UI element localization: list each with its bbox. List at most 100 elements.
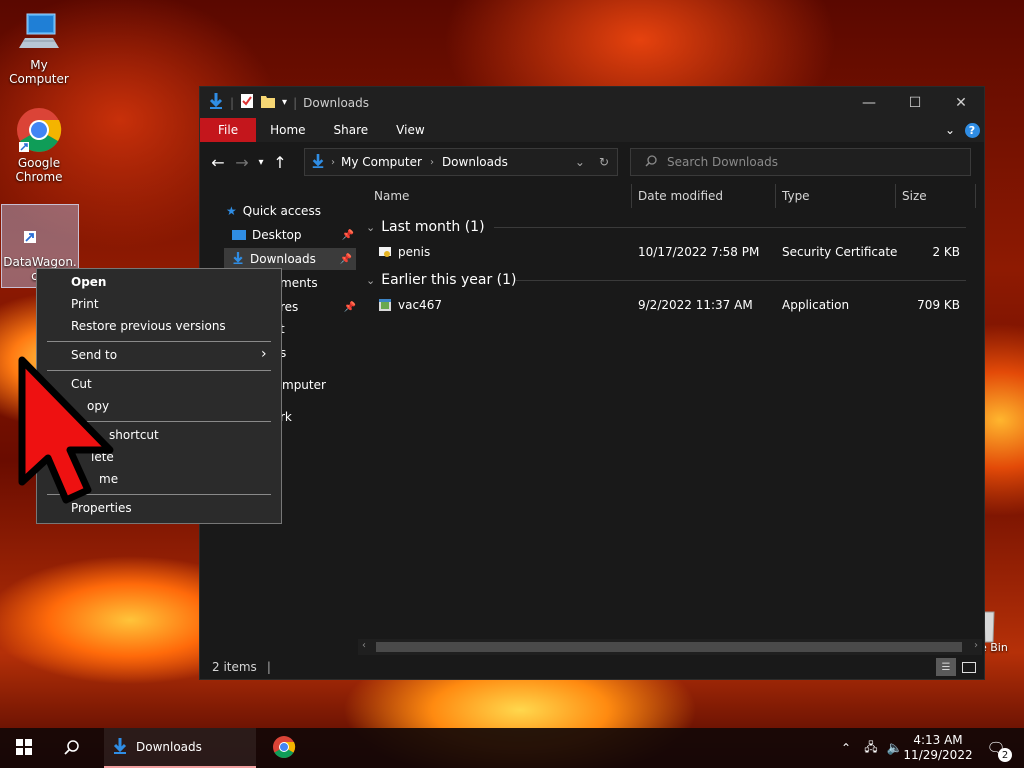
details-view-button[interactable]: ☰ [936,658,956,676]
file-row-penis[interactable]: penis 10/17/2022 7:58 PM Security Certif… [368,242,974,264]
download-arrow-icon [232,251,244,268]
status-bar: 2 items | ☰ [200,655,984,679]
show-hidden-icons-button[interactable]: ⌃ [836,728,856,768]
close-button[interactable]: ✕ [938,87,984,118]
help-button[interactable]: ? [960,118,984,142]
nav-item-6[interactable]: t [280,318,340,340]
nav-label: Downloads [250,252,316,266]
chevron-down-icon: ⌄ [366,273,376,287]
scroll-right-icon[interactable]: › [974,640,978,651]
search-box[interactable]: Search Downloads [630,148,971,176]
group-header-earlier-this-year[interactable]: ⌄ Earlier this year (1) [366,269,966,291]
desktop-icon-google-chrome[interactable]: Google Chrome [1,106,77,184]
refresh-icon[interactable]: ↻ [599,155,609,169]
nav-documents[interactable]: ments [280,272,356,294]
recent-locations-button[interactable]: ▾ [254,157,268,168]
back-button[interactable]: ← [206,153,230,172]
pin-icon: 📌 [339,253,352,265]
nav-desktop[interactable]: Desktop 📌 [232,224,354,246]
taskbar-app-label: Downloads [136,740,202,754]
new-folder-icon[interactable] [260,93,276,112]
tab-file[interactable]: File [200,118,257,142]
recycle-bin-icon[interactable]: e Bin [980,606,1020,666]
column-label: Size [902,189,927,203]
chevron-down-icon: ⌄ [366,220,376,234]
action-center-button[interactable]: 🗨 2 [976,728,1016,768]
file-list[interactable]: Name Date modified Type Size ⌄ Last mont… [358,184,982,654]
network-icon[interactable]: 🖧 [860,728,882,768]
minimize-button[interactable]: — [846,87,892,118]
expand-ribbon-button[interactable]: ⌄ [940,118,960,142]
address-bar[interactable]: › My Computer › Downloads ⌄ ↻ [304,148,618,176]
horizontal-scrollbar[interactable]: ‹ › [358,639,982,655]
column-header-date[interactable]: Date modified [632,184,776,208]
shortcut-file-icon [16,205,64,253]
title-bar[interactable]: | ▾ | Downloads — ☐ ✕ [200,87,984,118]
large-icons-view-button[interactable] [960,658,978,676]
desktop-icon-label: My Computer [9,58,69,86]
nav-label: mputer [282,378,326,392]
clock[interactable]: 4:13 AM 11/29/2022 [903,728,972,768]
taskbar-app-chrome[interactable] [260,728,308,768]
details-view-icon: ☰ [941,661,951,673]
menu-item-restore-previous-versions[interactable]: Restore previous versions [71,319,226,333]
file-size: 2 KB [932,245,960,259]
menu-item-open[interactable]: Open [71,275,106,289]
scroll-left-icon[interactable]: ‹ [362,640,366,651]
breadcrumb-downloads[interactable]: Downloads [442,155,508,169]
clock-time: 4:13 AM [913,733,963,747]
properties-check-icon[interactable] [240,93,254,112]
chevron-down-icon: ⌄ [944,123,956,137]
window-title: Downloads [303,95,370,110]
column-header-name[interactable]: Name [368,184,632,208]
download-arrow-icon [112,737,128,758]
nav-quick-access[interactable]: ★ Quick access [226,200,356,222]
customize-dropdown-icon[interactable]: ▾ [282,97,287,108]
search-button[interactable] [48,728,96,768]
column-header-size[interactable]: Size [896,184,976,208]
file-date: 9/2/2022 11:37 AM [638,298,753,312]
file-date: 10/17/2022 7:58 PM [638,245,760,259]
nav-network[interactable]: rk [280,406,340,428]
nav-label: ments [280,276,318,290]
help-icon: ? [964,122,980,138]
notification-badge: 2 [998,748,1012,762]
arrow-right-icon: → [235,152,249,172]
up-button[interactable]: ↑ [268,153,292,172]
chrome-icon [272,735,296,762]
file-size: 709 KB [917,298,960,312]
nav-pictures[interactable]: res 📌 [280,296,356,318]
menu-item-print[interactable]: Print [71,297,99,311]
computer-icon [15,8,63,56]
desktop-icon-my-computer[interactable]: My Computer [1,8,77,86]
nav-my-computer[interactable]: mputer [282,374,356,396]
address-dropdown-icon[interactable]: ⌄ [575,155,585,169]
search-icon [645,154,657,170]
separator-icon: | [230,95,235,110]
tab-home[interactable]: Home [256,118,319,142]
tab-view[interactable]: View [382,118,438,142]
certificate-icon [378,245,392,262]
nav-item-7[interactable]: s [280,342,340,364]
desktop-folder-icon [232,230,246,240]
maximize-button[interactable]: ☐ [892,87,938,118]
large-icons-view-icon [962,661,976,673]
windows-logo-icon [16,738,32,758]
search-input[interactable]: Search Downloads [667,155,778,169]
scroll-thumb[interactable] [376,642,962,652]
close-icon: ✕ [955,94,967,111]
taskbar-app-downloads[interactable]: Downloads [104,728,256,768]
tab-share[interactable]: Share [320,118,383,142]
group-header-last-month[interactable]: ⌄ Last month (1) [366,216,966,238]
forward-button[interactable]: → [230,153,254,172]
start-button[interactable] [0,728,48,768]
file-explorer-window[interactable]: | ▾ | Downloads — ☐ ✕ File Home Share Vi… [199,86,985,680]
status-separator: | [266,660,271,674]
search-icon [64,739,80,758]
breadcrumb-my-computer[interactable]: My Computer [341,155,422,169]
column-header-type[interactable]: Type [776,184,896,208]
nav-downloads[interactable]: Downloads 📌 [224,248,356,270]
file-row-vac467[interactable]: vac467 9/2/2022 11:37 AM Application 709… [368,295,974,317]
download-arrow-icon [208,92,224,113]
star-icon: ★ [226,204,237,218]
